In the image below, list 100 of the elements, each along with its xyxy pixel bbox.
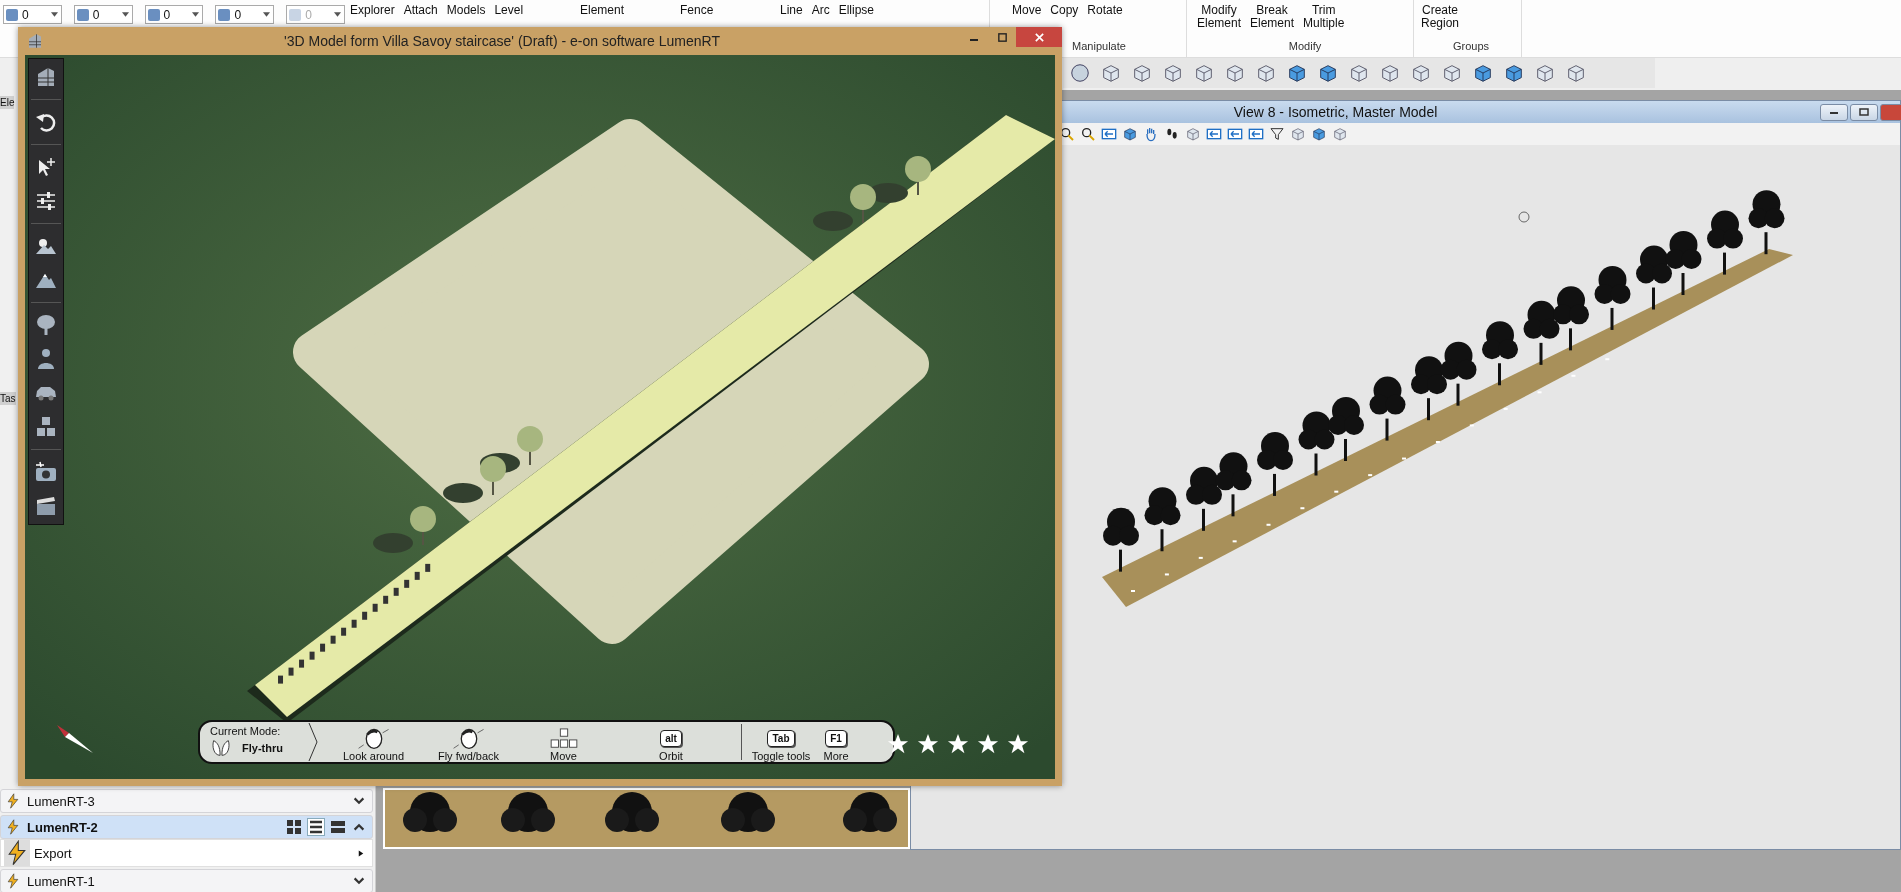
funnel-icon[interactable] <box>1269 126 1285 142</box>
sliders-icon[interactable] <box>34 189 58 213</box>
quality-stars[interactable] <box>887 733 1029 755</box>
action-label: Look around <box>342 750 405 762</box>
ribbon-button[interactable]: Break Element <box>1250 4 1295 30</box>
cube-icon[interactable] <box>1122 126 1138 142</box>
cube-icon[interactable] <box>1131 62 1153 84</box>
cube-icon[interactable] <box>1286 62 1308 84</box>
caret-icon <box>334 12 341 17</box>
minimize-icon <box>970 39 978 41</box>
tree-drawing <box>1369 376 1406 441</box>
camera-icon[interactable] <box>34 460 58 484</box>
cube-icon[interactable] <box>1503 62 1525 84</box>
magnifier-icon[interactable] <box>1080 126 1096 142</box>
arrow-box-icon[interactable] <box>1206 126 1222 142</box>
keycap: alt <box>660 730 682 747</box>
tree-drawing <box>721 792 775 832</box>
section-header[interactable]: LumenRT-3 <box>0 789 373 813</box>
dropdown[interactable]: 0 <box>144 5 204 24</box>
dropdown[interactable]: 0 <box>73 5 133 24</box>
ribbon-button[interactable]: Attach <box>403 4 438 17</box>
ribbon-button[interactable]: Arc <box>811 4 830 17</box>
lightning-icon <box>5 873 21 889</box>
star-icon <box>887 733 909 755</box>
cube-icon[interactable] <box>1534 62 1556 84</box>
ribbon-button[interactable]: Trim Multiple <box>1303 4 1345 30</box>
minimize-button[interactable] <box>1820 103 1848 121</box>
clapperboard-icon[interactable] <box>34 494 58 518</box>
detail-view-icon[interactable] <box>330 819 346 835</box>
ribbon-button[interactable]: Ellipse <box>838 4 875 17</box>
maximize-icon <box>996 31 1008 43</box>
tree-drawing <box>1298 411 1335 476</box>
keycap: F1 <box>825 730 847 747</box>
tree-drawing <box>1186 466 1222 531</box>
tree-drawing <box>1144 487 1181 552</box>
cube-icon[interactable] <box>1441 62 1463 84</box>
wings-icon <box>210 737 232 759</box>
cube-icon[interactable] <box>1379 62 1401 84</box>
star-icon <box>947 733 969 755</box>
keycap: Tab <box>767 730 795 747</box>
maximize-button[interactable] <box>1850 103 1878 121</box>
ribbon-button[interactable]: Move <box>1012 4 1042 17</box>
panel-item[interactable]: Export <box>0 839 373 867</box>
submenu-arrow-icon <box>358 848 364 858</box>
sphere-icon[interactable] <box>1069 62 1091 84</box>
group-label: Modify <box>1288 40 1322 52</box>
tree-drawing <box>1553 286 1589 351</box>
cube-icon[interactable] <box>1565 62 1587 84</box>
section-header[interactable]: LumenRT-2 <box>0 815 373 839</box>
star-icon <box>977 733 999 755</box>
ribbon-button[interactable]: Copy <box>1050 4 1079 17</box>
tree-drawing <box>605 792 659 832</box>
star-icon <box>917 733 939 755</box>
ribbon-button[interactable]: Fence <box>680 4 714 17</box>
arrow-box-icon[interactable] <box>1101 126 1117 142</box>
group-label: Manipulate <box>1072 40 1126 52</box>
tree-icon[interactable] <box>34 313 58 337</box>
ribbon-button[interactable]: Explorer <box>350 4 395 17</box>
section-header[interactable]: LumenRT-1 <box>0 869 373 892</box>
ribbon-button[interactable]: Line <box>780 4 803 17</box>
arrow-box-icon[interactable] <box>1227 126 1243 142</box>
cube-icon[interactable] <box>1255 62 1277 84</box>
list-view-icon[interactable] <box>308 819 324 835</box>
action-label: Move <box>550 750 577 762</box>
cube-icon[interactable] <box>1348 62 1370 84</box>
dropdown[interactable]: 0 <box>3 5 62 24</box>
caret-icon <box>192 12 200 17</box>
dropdown[interactable]: 0 <box>215 5 275 24</box>
close-button[interactable] <box>1016 27 1062 47</box>
grid-view-icon[interactable] <box>286 819 302 835</box>
cube-icon[interactable] <box>1317 62 1339 84</box>
ribbon-button[interactable]: Level <box>494 4 524 17</box>
caret-icon <box>121 12 129 17</box>
blocks-icon[interactable] <box>34 415 58 439</box>
ribbon-button[interactable]: Element <box>580 4 625 17</box>
tree-drawing <box>1523 300 1560 365</box>
cube-icon[interactable] <box>1410 62 1432 84</box>
ribbon-button[interactable]: Rotate <box>1087 4 1123 17</box>
action-label: Orbit <box>659 750 683 762</box>
tree-drawing <box>1257 431 1293 496</box>
footprints-icon[interactable] <box>1164 126 1180 142</box>
chevron-icon <box>308 722 318 762</box>
window-title: View 8 - Isometric, Master Model <box>1232 104 1439 120</box>
magnifier-icon[interactable] <box>1059 126 1075 142</box>
close-icon <box>1033 31 1045 43</box>
cube-icon[interactable] <box>1311 126 1327 142</box>
ribbon-button[interactable]: Models <box>446 4 486 17</box>
cube-icon[interactable] <box>1224 62 1246 84</box>
mode-value: Fly-thru <box>242 742 283 754</box>
cube-icon[interactable] <box>1193 62 1215 84</box>
ribbon-button[interactable]: Create Region <box>1421 4 1460 30</box>
tree-drawing <box>1440 341 1477 406</box>
cube-icon[interactable] <box>1472 62 1494 84</box>
ribbon-button[interactable]: Modify Element <box>1197 4 1241 30</box>
arrow-box-icon[interactable] <box>1248 126 1264 142</box>
hand-icon[interactable] <box>1143 126 1159 142</box>
tree-drawing <box>373 506 436 553</box>
lightning-icon <box>4 840 30 866</box>
cube-icon[interactable] <box>1162 62 1184 84</box>
cube-icon[interactable] <box>1100 62 1122 84</box>
